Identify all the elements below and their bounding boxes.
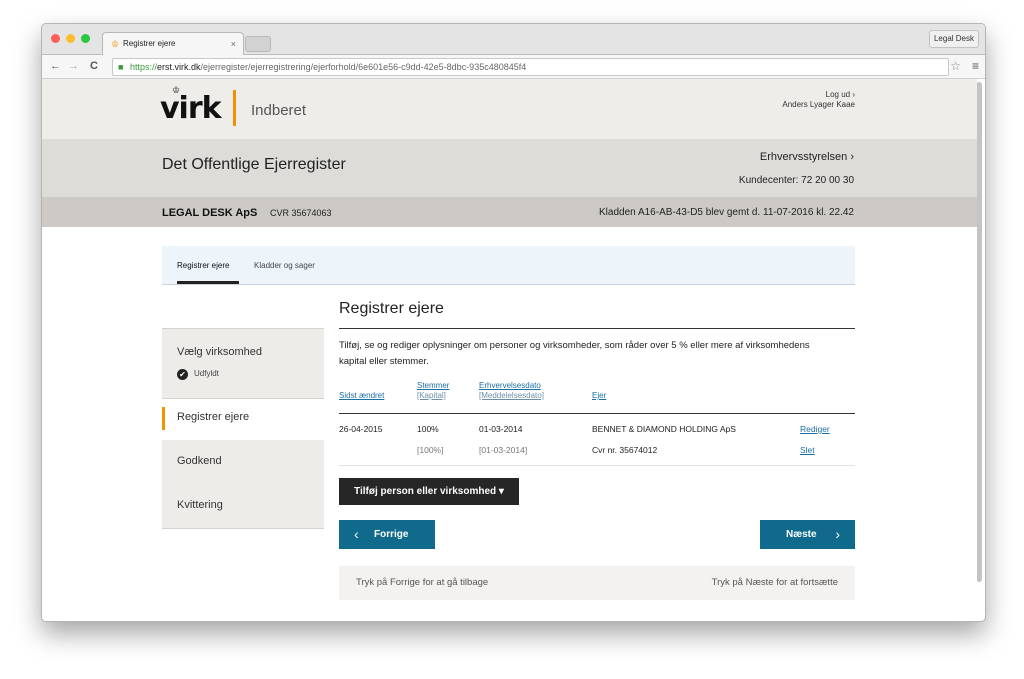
cell-notified: [01-03-2014] xyxy=(479,445,528,455)
url-host: erst.virk.dk xyxy=(157,62,201,72)
close-tab-icon[interactable]: × xyxy=(231,33,236,55)
row-divider xyxy=(339,465,855,466)
step-label: Vælg virksomhed xyxy=(177,346,262,358)
profile-button[interactable]: Legal Desk xyxy=(928,30,979,48)
zoom-window-button[interactable] xyxy=(81,34,90,43)
company-cvr: CVR 35674063 xyxy=(270,208,332,218)
register-title: Det Offentlige Ejerregister xyxy=(162,156,346,173)
browser-tab[interactable]: ♔ Registrer ejere × xyxy=(102,32,244,55)
url-path: /ejerregister/ejerregistrering/ejerforho… xyxy=(200,62,527,72)
company-name: LEGAL DESK ApS xyxy=(162,207,258,219)
step-label: Kvittering xyxy=(177,499,223,511)
tab-kladder-og-sager[interactable]: Kladder og sager xyxy=(254,261,315,270)
edit-link[interactable]: Rediger xyxy=(800,424,830,434)
tab-bar: ♔ Registrer ejere × Legal Desk xyxy=(42,24,985,55)
intro-text: Tilføj, se og rediger oplysninger om per… xyxy=(339,340,810,367)
virk-logo[interactable]: virk xyxy=(160,91,222,126)
prev-hint: Tryk på Forrige for at gå tilbage xyxy=(356,577,489,588)
caret-down-icon: ▾ xyxy=(498,486,504,497)
step-registrer-ejere[interactable]: Registrer ejere xyxy=(162,397,324,441)
bookmark-star-icon[interactable]: ☆ xyxy=(950,58,961,74)
title-rule xyxy=(339,328,855,329)
step-vaelg-virksomhed[interactable]: Vælg virksomhed ✔ Udfyldt xyxy=(162,328,324,399)
browser-toolbar: ← → C ■ https://erst.virk.dk/ejerregiste… xyxy=(42,55,985,79)
add-owner-button[interactable]: Tilføj person eller virksomhed ▾ xyxy=(339,478,519,505)
new-tab-button[interactable] xyxy=(245,36,271,52)
next-hint: Tryk på Næste for at fortsætte xyxy=(711,577,838,588)
cell-votes: 100% xyxy=(417,424,439,434)
next-label: Næste xyxy=(786,529,817,540)
col-header-sidst-aendret[interactable]: Sidst ændret xyxy=(339,391,384,401)
customer-center: Kundecenter: 72 20 00 30 xyxy=(738,175,854,186)
chevron-right-icon: › xyxy=(835,526,840,542)
prev-button[interactable]: ‹ Forrige xyxy=(339,520,435,549)
check-icon: ✔ xyxy=(177,369,188,380)
user-area: Log ud › Anders Lyager Kaae xyxy=(782,90,855,110)
next-button[interactable]: Næste › xyxy=(760,520,855,549)
cell-last-changed: 26-04-2015 xyxy=(339,424,383,434)
lock-icon: ■ xyxy=(118,62,124,72)
company-bar: LEGAL DESK ApS CVR 35674063 Kladden A16-… xyxy=(42,197,977,227)
step-godkend[interactable]: Godkend xyxy=(162,440,324,485)
back-icon[interactable]: ← xyxy=(50,58,61,74)
register-header: Det Offentlige Ejerregister Erhvervsstyr… xyxy=(42,139,977,197)
col-header-ejer[interactable]: Ejer xyxy=(592,391,606,401)
tab-registrer-ejere[interactable]: Registrer ejere xyxy=(177,261,229,270)
col-header-kapital[interactable]: [Kapital] xyxy=(417,391,446,401)
browser-window: ♔ Registrer ejere × Legal Desk ← → C ■ h… xyxy=(41,23,986,622)
authority-link[interactable]: Erhvervsstyrelsen › xyxy=(760,151,854,163)
cell-owner: BENNET & DIAMOND HOLDING ApS xyxy=(592,424,736,434)
step-label: Registrer ejere xyxy=(177,411,250,423)
user-name: Anders Lyager Kaae xyxy=(782,100,855,109)
url-text: https://erst.virk.dk/ejerregister/ejerre… xyxy=(130,59,526,75)
cell-acquired: 01-03-2014 xyxy=(479,424,523,434)
reload-icon[interactable]: C xyxy=(90,58,98,74)
nav-hint-bar: Tryk på Forrige for at gå tilbage Tryk p… xyxy=(339,566,855,600)
step-label: Godkend xyxy=(177,455,222,467)
url-protocol: https:// xyxy=(130,62,158,72)
col-header-erhvervelsesdato[interactable]: Erhvervelsesdato xyxy=(479,381,541,391)
cell-owner-cvr: Cvr nr. 35674012 xyxy=(592,445,658,455)
main-title: Registrer ejere xyxy=(339,300,444,317)
close-window-button[interactable] xyxy=(51,34,60,43)
table-header-rule xyxy=(339,413,855,414)
forward-icon[interactable]: → xyxy=(68,58,79,74)
step-status: Udfyldt xyxy=(194,369,219,378)
browser-menu-icon[interactable]: ≡ xyxy=(972,58,979,74)
page-content: ♔ virk Indberet Log ud › Anders Lyager K… xyxy=(42,79,977,621)
logo-divider xyxy=(233,90,236,126)
site-header: ♔ virk Indberet Log ud › Anders Lyager K… xyxy=(42,79,977,139)
chevron-left-icon: ‹ xyxy=(354,526,359,542)
draft-status: Kladden A16-AB-43-D5 blev gemt d. 11-07-… xyxy=(599,207,854,218)
active-step-indicator xyxy=(162,407,165,430)
col-header-stemmer[interactable]: Stemmer xyxy=(417,381,449,391)
step-kvittering[interactable]: Kvittering xyxy=(162,484,324,529)
col-header-meddelelsesdato[interactable]: [Meddelelsesdato] xyxy=(479,391,544,401)
prev-label: Forrige xyxy=(374,529,409,540)
favicon-icon: ♔ xyxy=(111,39,120,49)
cell-capital: [100%] xyxy=(417,445,444,455)
logo-subtitle: Indberet xyxy=(251,102,307,119)
minimize-window-button[interactable] xyxy=(66,34,75,43)
address-bar[interactable]: ■ https://erst.virk.dk/ejerregister/ejer… xyxy=(112,58,949,76)
add-owner-label: Tilføj person eller virksomhed xyxy=(354,486,497,497)
delete-link[interactable]: Slet xyxy=(800,445,815,455)
sub-tabs: Registrer ejere Kladder og sager xyxy=(162,246,855,285)
tab-title: Registrer ejere xyxy=(123,39,176,48)
logout-link[interactable]: Log ud › xyxy=(782,90,855,100)
active-tab-indicator xyxy=(177,281,239,284)
